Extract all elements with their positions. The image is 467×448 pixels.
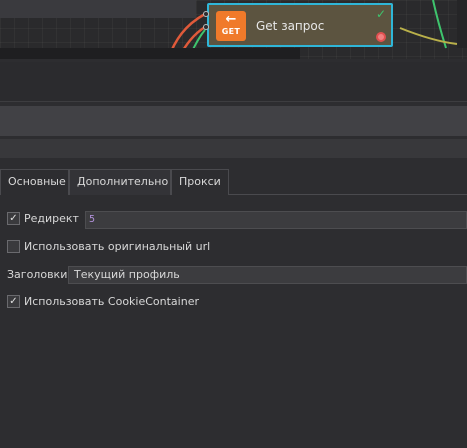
original-url-option[interactable]: Использовать оригинальный url <box>7 239 211 255</box>
headers-label: Заголовки: <box>7 268 72 281</box>
cookie-container-label: Использовать CookieContainer <box>24 295 199 308</box>
error-port-icon[interactable] <box>376 32 386 42</box>
input-port[interactable] <box>203 24 209 30</box>
cookie-container-checkbox[interactable]: ✓ <box>7 295 20 308</box>
redirect-label: Редирект <box>24 212 79 225</box>
workflow-canvas[interactable]: ← GET Get запрос ✓ <box>0 0 467 59</box>
check-icon: ✓ <box>375 7 386 21</box>
arrow-left-icon: ← <box>225 12 237 27</box>
original-url-label: Использовать оригинальный url <box>24 240 211 253</box>
headers-select[interactable]: Текущий профиль <box>68 266 467 284</box>
redirect-count-input[interactable]: 5 <box>85 211 467 229</box>
cookie-container-option[interactable]: ✓ Использовать CookieContainer <box>7 294 207 310</box>
redirect-checkbox[interactable]: ✓ <box>7 212 20 225</box>
original-url-checkbox[interactable] <box>7 240 20 253</box>
panel-header <box>0 62 467 102</box>
input-port[interactable] <box>203 11 209 17</box>
panel-toolbar <box>0 106 467 136</box>
settings-tabs: Основные Дополнительно Прокси <box>0 169 467 195</box>
redirect-option[interactable]: ✓ Редирект <box>7 211 87 227</box>
get-request-node[interactable]: ← GET Get запрос ✓ <box>207 3 393 47</box>
tab-advanced[interactable]: Дополнительно <box>69 169 171 195</box>
canvas-scrollbar[interactable] <box>0 48 300 59</box>
http-verb-label: GET <box>221 27 241 36</box>
panel-subheader <box>0 139 467 158</box>
tab-basic[interactable]: Основные <box>0 169 69 195</box>
get-method-icon: ← GET <box>216 11 246 41</box>
tab-proxy[interactable]: Прокси <box>171 169 229 195</box>
node-title: Get запрос <box>256 19 325 33</box>
